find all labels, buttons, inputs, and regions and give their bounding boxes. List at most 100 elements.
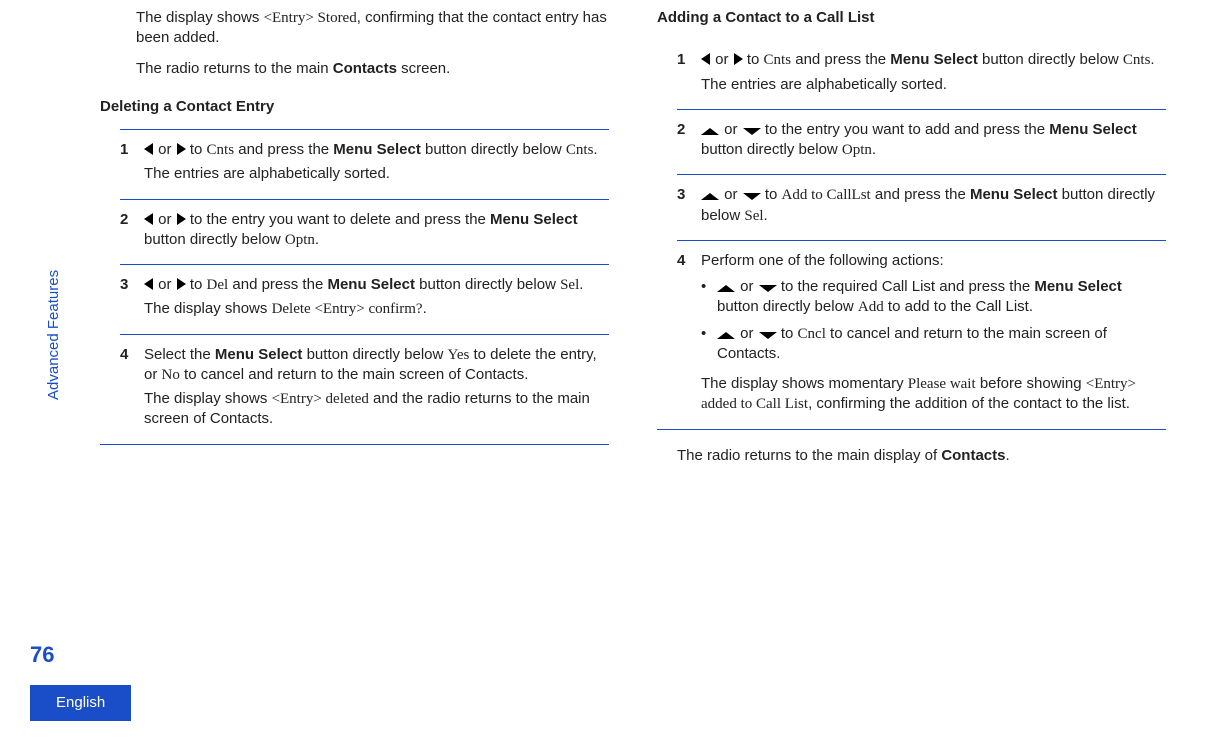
softkey-text: Cnts [764, 52, 792, 68]
list-item: or to Cncl to cancel and return to the m… [701, 324, 1166, 365]
softkey-text: Sel [744, 208, 763, 224]
bold-text: Menu Select [215, 346, 303, 363]
softkey-text: Cnts [207, 142, 235, 158]
step-body: Select the Menu Select button directly b… [144, 345, 609, 434]
bold-text: Contacts [941, 447, 1005, 464]
text: . [1006, 447, 1010, 464]
nav-right-icon [177, 213, 186, 225]
softkey-text: Yes [448, 347, 470, 363]
text: or [154, 211, 176, 228]
text: to the required Call List and press the [777, 278, 1035, 295]
text: . [423, 300, 427, 317]
softkey-text: No [162, 367, 180, 383]
bold-text: Menu Select [1034, 278, 1122, 295]
text: The display shows [144, 300, 272, 317]
text: The display shows [144, 390, 272, 407]
text: , confirming the addition of the contact… [808, 395, 1130, 412]
nav-down-icon [743, 128, 761, 135]
language-tab: English [30, 685, 131, 721]
bold-text: Menu Select [327, 276, 415, 293]
step-4: 4 Perform one of the following actions: … [677, 240, 1166, 429]
step-note: The entries are alphabetically sorted. [144, 164, 609, 184]
step-number: 1 [120, 140, 144, 189]
text: The display shows momentary [701, 375, 908, 392]
text: button directly below [144, 231, 285, 248]
bold-text: Menu Select [970, 186, 1058, 203]
nav-left-icon [701, 53, 710, 65]
text: to [186, 276, 207, 293]
softkey-text: Optn [285, 232, 315, 248]
text: and press the [234, 141, 333, 158]
text: to [761, 186, 782, 203]
code-text: Please wait [908, 376, 976, 392]
trailing-para: The radio returns to the main display of… [677, 438, 1166, 466]
step-body: or to Add to CallLst and press the Menu … [701, 185, 1166, 230]
softkey-text: Del [207, 277, 229, 293]
text: or [736, 278, 758, 295]
list-item: or to the required Call List and press t… [701, 277, 1166, 318]
step-body: Perform one of the following actions: or… [701, 251, 1166, 419]
bold-text: Menu Select [333, 141, 421, 158]
nav-up-icon [717, 332, 735, 339]
bold-text: Menu Select [890, 51, 978, 68]
step-number: 3 [120, 275, 144, 324]
text: or [736, 325, 758, 342]
bold-text: Contacts [333, 60, 397, 77]
text: or [711, 51, 733, 68]
softkey-text: Cnts [566, 142, 594, 158]
nav-down-icon [759, 332, 777, 339]
step-body: or to Cnts and press the Menu Select but… [701, 50, 1166, 99]
text: . [579, 276, 583, 293]
step-number: 2 [120, 210, 144, 255]
code-text: Delete <Entry> confirm? [272, 301, 423, 317]
text: or [720, 186, 742, 203]
text: button directly below [978, 51, 1123, 68]
text: to the entry you want to delete and pres… [186, 211, 490, 228]
text: The radio returns to the main display of [677, 447, 941, 464]
text: to cancel and return to the main screen … [180, 366, 529, 383]
text: and press the [228, 276, 327, 293]
nav-right-icon [177, 143, 186, 155]
step-2: 2 or to the entry you want to add and pr… [677, 109, 1166, 175]
step-number: 1 [677, 50, 701, 99]
step-body: or to the entry you want to add and pres… [701, 120, 1166, 165]
text: button directly below [717, 298, 858, 315]
step-3: 3 or to Add to CallLst and press the Men… [677, 174, 1166, 240]
step-3: 3 or to Del and press the Menu Select bu… [120, 264, 609, 334]
softkey-text: Optn [842, 142, 872, 158]
text: to add to the Call List. [884, 298, 1033, 315]
softkey-text: Cncl [798, 326, 826, 342]
text: or [154, 141, 176, 158]
step-number: 3 [677, 185, 701, 230]
step-4: 4 Select the Menu Select button directly… [120, 334, 609, 444]
text: . [593, 141, 597, 158]
page-content: The display shows <Entry> Stored, confir… [0, 0, 1206, 466]
left-column: The display shows <Entry> Stored, confir… [100, 0, 609, 466]
text: button directly below [701, 141, 842, 158]
nav-up-icon [701, 128, 719, 135]
softkey-text: Add to CallLst [782, 187, 871, 203]
nav-left-icon [144, 213, 153, 225]
text: or [720, 121, 742, 138]
softkey-text: Add [858, 299, 884, 315]
text: The radio returns to the main [136, 60, 333, 77]
right-column: Adding a Contact to a Call List 1 or to … [657, 0, 1166, 466]
side-section-label: Advanced Features [44, 270, 64, 400]
text: or [154, 276, 176, 293]
text: screen. [397, 60, 450, 77]
step-number: 2 [677, 120, 701, 165]
text: to [777, 325, 798, 342]
step-1: 1 or to Cnts and press the Menu Select b… [120, 129, 609, 199]
text: . [1150, 51, 1154, 68]
page-number: 76 [30, 640, 54, 670]
nav-up-icon [701, 193, 719, 200]
bold-text: Menu Select [490, 211, 578, 228]
text: and press the [871, 186, 970, 203]
intro-para-2: The radio returns to the main Contacts s… [136, 59, 609, 79]
intro-para-1: The display shows <Entry> Stored, confir… [136, 8, 609, 49]
nav-left-icon [144, 278, 153, 290]
text: to the entry you want to add and press t… [761, 121, 1050, 138]
step-body: or to Del and press the Menu Select butt… [144, 275, 609, 324]
step-1: 1 or to Cnts and press the Menu Select b… [677, 40, 1166, 109]
text: . [872, 141, 876, 158]
